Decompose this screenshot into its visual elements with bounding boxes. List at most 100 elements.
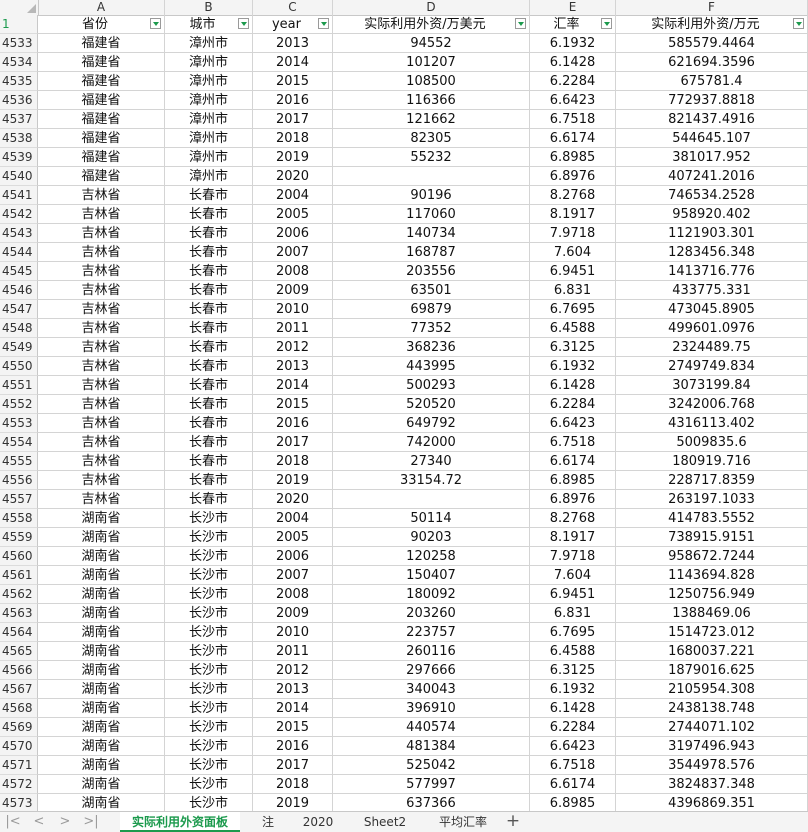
table-cell[interactable]: 2009 — [253, 604, 333, 623]
table-cell[interactable]: 2008 — [253, 262, 333, 281]
next-sheet-icon[interactable]: > — [56, 814, 74, 830]
table-cell[interactable]: 140734 — [333, 224, 530, 243]
table-cell[interactable]: 2007 — [253, 566, 333, 585]
table-cell[interactable]: 2009 — [253, 281, 333, 300]
table-cell[interactable]: 2749749.834 — [616, 357, 808, 376]
row-number[interactable]: 4542 — [0, 205, 38, 224]
row-number[interactable]: 4565 — [0, 642, 38, 661]
row-number[interactable]: 4535 — [0, 72, 38, 91]
table-cell[interactable]: 湖南省 — [38, 718, 165, 737]
table-cell[interactable]: 长春市 — [165, 224, 253, 243]
table-cell[interactable]: 福建省 — [38, 72, 165, 91]
table-cell[interactable]: 6.6423 — [530, 737, 616, 756]
table-cell[interactable]: 1879016.625 — [616, 661, 808, 680]
table-cell[interactable]: 2019 — [253, 471, 333, 490]
table-cell[interactable]: 湖南省 — [38, 661, 165, 680]
table-cell[interactable]: 203556 — [333, 262, 530, 281]
table-cell[interactable]: 长春市 — [165, 376, 253, 395]
table-cell[interactable]: 6.8976 — [530, 167, 616, 186]
table-cell[interactable]: 340043 — [333, 680, 530, 699]
table-cell[interactable]: 湖南省 — [38, 699, 165, 718]
table-cell[interactable]: 63501 — [333, 281, 530, 300]
table-cell[interactable]: 746534.2528 — [616, 186, 808, 205]
table-cell[interactable]: 180092 — [333, 585, 530, 604]
table-cell[interactable]: 吉林省 — [38, 414, 165, 433]
table-cell[interactable]: 1413716.776 — [616, 262, 808, 281]
table-cell[interactable]: 吉林省 — [38, 300, 165, 319]
row-number[interactable]: 4559 — [0, 528, 38, 547]
row-number[interactable]: 4566 — [0, 661, 38, 680]
table-cell[interactable]: 90203 — [333, 528, 530, 547]
header-cell[interactable]: year — [253, 15, 333, 34]
table-cell[interactable]: 湖南省 — [38, 737, 165, 756]
table-cell[interactable]: 958920.402 — [616, 205, 808, 224]
row-number[interactable]: 4560 — [0, 547, 38, 566]
table-cell[interactable]: 6.1428 — [530, 699, 616, 718]
table-cell[interactable]: 6.8985 — [530, 471, 616, 490]
row-number[interactable]: 4534 — [0, 53, 38, 72]
table-cell[interactable]: 6.1932 — [530, 357, 616, 376]
table-cell[interactable]: 958672.7244 — [616, 547, 808, 566]
table-cell[interactable]: 1283456.348 — [616, 243, 808, 262]
table-cell[interactable]: 湖南省 — [38, 585, 165, 604]
table-cell[interactable]: 621694.3596 — [616, 53, 808, 72]
sheet-tab[interactable]: 2020 — [290, 812, 346, 832]
last-sheet-icon[interactable]: >| — [82, 814, 100, 830]
table-cell[interactable]: 577997 — [333, 775, 530, 794]
filter-dropdown-icon[interactable] — [238, 18, 249, 29]
table-cell[interactable]: 738915.9151 — [616, 528, 808, 547]
table-cell[interactable]: 湖南省 — [38, 509, 165, 528]
row-number[interactable]: 4540 — [0, 167, 38, 186]
table-cell[interactable]: 94552 — [333, 34, 530, 53]
table-cell[interactable]: 长沙市 — [165, 623, 253, 642]
table-cell[interactable]: 长春市 — [165, 205, 253, 224]
table-cell[interactable]: 吉林省 — [38, 376, 165, 395]
table-cell[interactable]: 8.2768 — [530, 186, 616, 205]
table-cell[interactable]: 82305 — [333, 129, 530, 148]
table-cell[interactable]: 长春市 — [165, 319, 253, 338]
table-cell[interactable]: 433775.331 — [616, 281, 808, 300]
table-cell[interactable]: 吉林省 — [38, 357, 165, 376]
table-cell[interactable]: 长春市 — [165, 471, 253, 490]
table-cell[interactable]: 520520 — [333, 395, 530, 414]
table-cell[interactable]: 2007 — [253, 243, 333, 262]
table-cell[interactable]: 漳州市 — [165, 129, 253, 148]
table-cell[interactable]: 2016 — [253, 737, 333, 756]
sheet-tab[interactable]: 注 — [250, 812, 286, 832]
table-cell[interactable]: 50114 — [333, 509, 530, 528]
row-number[interactable]: 4554 — [0, 433, 38, 452]
sheet-tab[interactable]: 平均汇率 — [425, 812, 501, 832]
table-cell[interactable]: 443995 — [333, 357, 530, 376]
table-cell[interactable]: 福建省 — [38, 129, 165, 148]
table-cell[interactable]: 414783.5552 — [616, 509, 808, 528]
table-cell[interactable]: 6.6174 — [530, 129, 616, 148]
row-number[interactable]: 4570 — [0, 737, 38, 756]
table-cell[interactable]: 2438138.748 — [616, 699, 808, 718]
header-cell[interactable]: 城市 — [165, 15, 253, 34]
table-cell[interactable]: 6.6174 — [530, 775, 616, 794]
table-cell[interactable]: 108500 — [333, 72, 530, 91]
table-cell[interactable] — [333, 167, 530, 186]
table-cell[interactable]: 6.3125 — [530, 338, 616, 357]
table-cell[interactable]: 3242006.768 — [616, 395, 808, 414]
table-cell[interactable]: 6.7695 — [530, 623, 616, 642]
table-cell[interactable]: 吉林省 — [38, 490, 165, 509]
table-cell[interactable]: 7.604 — [530, 566, 616, 585]
table-cell[interactable]: 2014 — [253, 699, 333, 718]
table-cell[interactable]: 6.9451 — [530, 262, 616, 281]
table-cell[interactable]: 6.7518 — [530, 756, 616, 775]
row-number[interactable]: 4537 — [0, 110, 38, 129]
table-cell[interactable]: 6.6423 — [530, 91, 616, 110]
table-cell[interactable]: 福建省 — [38, 148, 165, 167]
table-cell[interactable]: 8.1917 — [530, 205, 616, 224]
table-cell[interactable]: 821437.4916 — [616, 110, 808, 129]
table-cell[interactable]: 1388469.06 — [616, 604, 808, 623]
row-number[interactable]: 4543 — [0, 224, 38, 243]
table-cell[interactable]: 湖南省 — [38, 623, 165, 642]
row-number[interactable]: 4539 — [0, 148, 38, 167]
table-cell[interactable]: 长沙市 — [165, 585, 253, 604]
row-number[interactable]: 4561 — [0, 566, 38, 585]
table-cell[interactable]: 3197496.943 — [616, 737, 808, 756]
table-cell[interactable]: 33154.72 — [333, 471, 530, 490]
table-cell[interactable]: 6.1428 — [530, 53, 616, 72]
